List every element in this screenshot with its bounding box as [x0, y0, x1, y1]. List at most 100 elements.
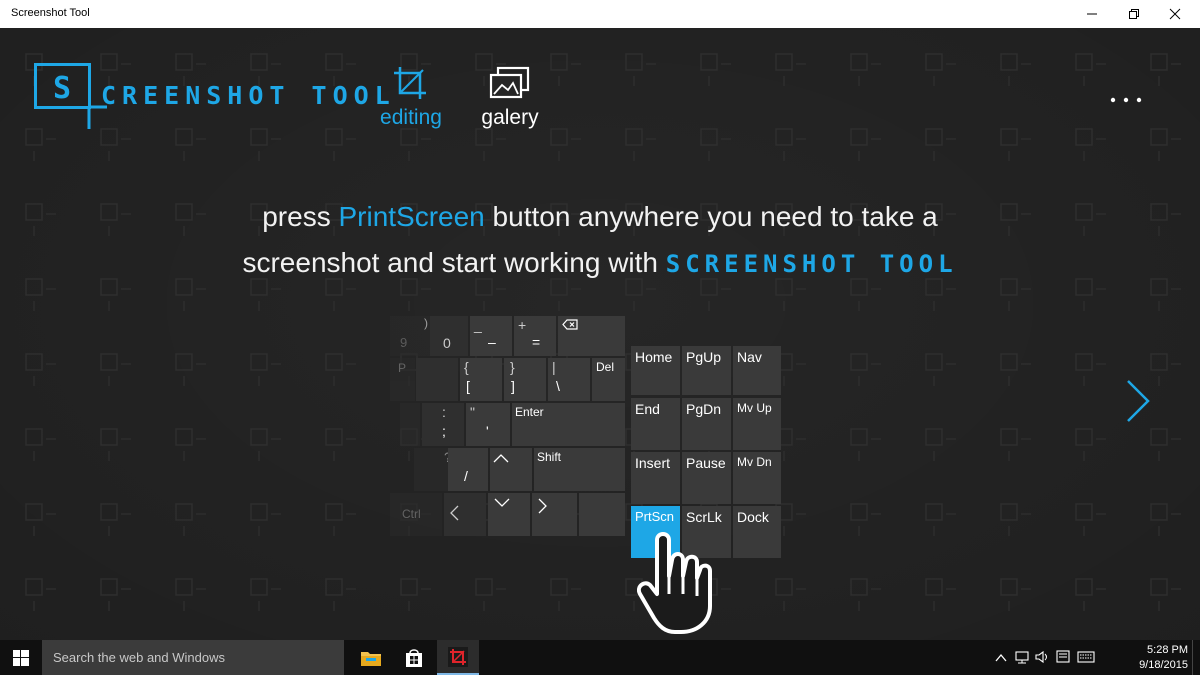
- next-arrow-icon[interactable]: [1124, 378, 1152, 424]
- close-button[interactable]: [1152, 0, 1198, 28]
- key-right-bracket-label: ]: [511, 378, 515, 394]
- key-pgup: PgUp: [682, 346, 731, 395]
- windows-logo-icon: [13, 649, 29, 666]
- key-equals-label: =: [532, 334, 541, 350]
- key-left-bracket-label: [: [466, 378, 470, 394]
- headline-brand: SCREENSHOT TOOL: [665, 250, 958, 278]
- notifications-icon: [1056, 650, 1070, 663]
- nav-galery[interactable]: galery: [470, 64, 550, 134]
- key-shift: Shift: [534, 448, 625, 491]
- key-dock: Dock: [733, 506, 781, 558]
- key-equals-top: +: [518, 317, 527, 333]
- headline-text: press: [262, 201, 339, 232]
- key-enter-label: Enter: [515, 405, 544, 419]
- system-tray[interactable]: [990, 640, 1100, 675]
- key-right-bracket: } ]: [504, 358, 546, 401]
- key-0-label: 0: [443, 335, 451, 351]
- key-pgdn-label: PgDn: [686, 401, 722, 417]
- gallery-icon: [489, 66, 530, 99]
- app-area: S CREENSHOT TOOL editing galery press Pr…: [0, 28, 1200, 640]
- headline-line-2: screenshot and start working with SCREEN…: [150, 240, 1050, 287]
- nav-galery-label: galery: [481, 106, 539, 129]
- taskbar-search-box[interactable]: Search the web and Windows: [42, 640, 344, 675]
- key-insert: Insert: [631, 452, 680, 504]
- key-blank-1: [416, 358, 458, 401]
- key-home: Home: [631, 346, 680, 395]
- key-scrlk-label: ScrLk: [686, 509, 722, 525]
- key-right-bracket-top: }: [510, 359, 515, 375]
- clock-time: 5:28 PM: [1147, 644, 1188, 656]
- key-pgdn: PgDn: [682, 398, 731, 450]
- key-prtscn-label: PrtScn: [635, 509, 675, 524]
- key-slash-2: /: [448, 448, 488, 491]
- taskbar-file-explorer[interactable]: [350, 640, 392, 675]
- key-minus: _ –: [470, 316, 512, 356]
- logo-letter: S: [53, 71, 71, 106]
- network-icon: [1015, 651, 1029, 664]
- key-mvup: Mv Up: [733, 398, 781, 450]
- key-semicolon-label: ;: [442, 423, 446, 439]
- taskbar-store[interactable]: [393, 640, 435, 675]
- key-minus-top: _: [474, 317, 482, 333]
- show-desktop-button[interactable]: [1192, 640, 1200, 675]
- key-minus-label: –: [488, 334, 496, 350]
- key-quote-top: ": [470, 404, 475, 420]
- key-blank-3: [579, 493, 625, 536]
- chevron-up-icon: [995, 653, 1007, 662]
- arrow-left-icon: [450, 505, 459, 521]
- more-options-icon[interactable]: [1108, 94, 1146, 106]
- key-semicolon-top: :: [442, 404, 446, 420]
- key-left: [444, 493, 486, 536]
- key-mvup-label: Mv Up: [737, 401, 772, 415]
- key-slash-label: /: [464, 468, 468, 484]
- key-shift-label: Shift: [537, 450, 562, 464]
- key-end: End: [631, 398, 680, 450]
- key-ctrl-label: Ctrl: [402, 507, 421, 521]
- key-pause: Pause: [682, 452, 731, 504]
- key-0: 0: [430, 316, 468, 356]
- arrow-right-icon: [538, 498, 547, 514]
- volume-icon: [1035, 650, 1047, 664]
- headline-accent: PrintScreen: [338, 201, 485, 232]
- taskbar: Search the web and Windows 5:28 PM 9/18/…: [0, 640, 1200, 675]
- minimize-icon: [1087, 13, 1097, 15]
- title-bar: Screenshot Tool: [0, 0, 1200, 28]
- restore-icon: [1129, 9, 1139, 19]
- key-equals: + =: [514, 316, 556, 356]
- key-del: Del: [592, 358, 625, 401]
- store-icon: [406, 648, 422, 667]
- search-placeholder: Search the web and Windows: [53, 650, 225, 665]
- key-quote: " ': [466, 403, 510, 446]
- nav-editing-label: editing: [380, 106, 442, 129]
- taskbar-screenshot-tool[interactable]: [437, 640, 479, 675]
- clock-date: 9/18/2015: [1139, 659, 1188, 671]
- key-mvdn-label: Mv Dn: [737, 455, 772, 469]
- key-left-bracket-top: {: [464, 359, 469, 375]
- screenshot-tool-icon: [448, 646, 468, 667]
- key-semicolon: : ;: [422, 403, 464, 446]
- key-p: P: [390, 358, 415, 401]
- minimize-button[interactable]: [1069, 0, 1115, 28]
- key-backspace: [558, 316, 625, 356]
- key-backslash-label: \: [556, 378, 560, 394]
- key-blank-2: [400, 403, 420, 446]
- nav-editing[interactable]: editing: [370, 64, 452, 134]
- window-title: Screenshot Tool: [11, 7, 90, 19]
- key-pause-label: Pause: [686, 455, 726, 471]
- key-nav: Nav: [733, 346, 781, 395]
- taskbar-clock[interactable]: 5:28 PM 9/18/2015: [1126, 643, 1188, 673]
- start-button[interactable]: [0, 640, 42, 675]
- key-pgup-label: PgUp: [686, 349, 722, 365]
- key-mvdn: Mv Dn: [733, 452, 781, 504]
- arrow-up-icon: [493, 454, 509, 463]
- key-del-label: Del: [596, 360, 615, 374]
- key-end-label: End: [635, 401, 660, 417]
- key-backslash-top: |: [552, 359, 556, 375]
- key-nav-label: Nav: [737, 349, 762, 365]
- headline-text-3: screenshot and start working with: [242, 247, 666, 278]
- crop-icon: [394, 67, 426, 99]
- close-icon: [1169, 8, 1181, 20]
- restore-button[interactable]: [1111, 0, 1157, 28]
- key-insert-label: Insert: [635, 455, 671, 471]
- logo-text: CREENSHOT TOOL: [101, 81, 396, 110]
